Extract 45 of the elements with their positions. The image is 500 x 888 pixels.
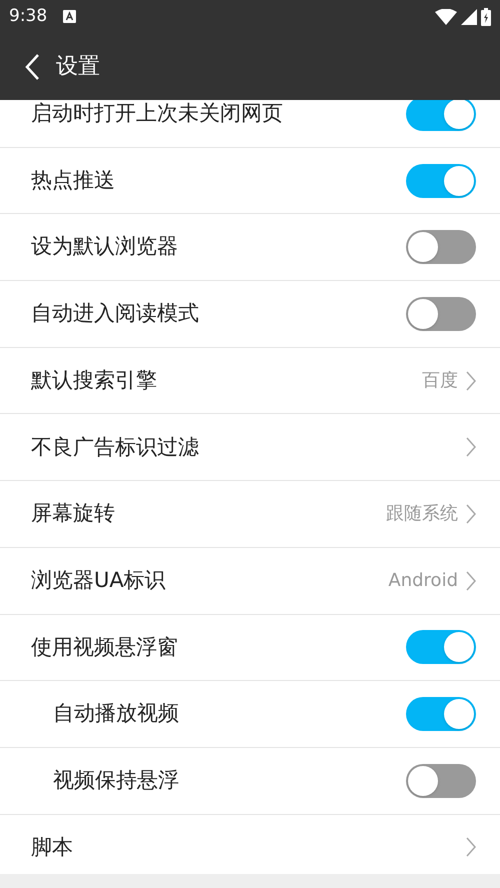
toggle-switch[interactable]	[406, 296, 476, 331]
setting-label: 默认搜索引擎	[31, 366, 157, 394]
toggle-switch[interactable]	[406, 697, 476, 732]
setting-label: 脚本	[31, 834, 73, 861]
settings-row[interactable]: 启动时打开上次未关闭网页	[0, 100, 500, 148]
setting-label: 使用视频悬浮窗	[31, 634, 178, 661]
toggle-switch[interactable]	[406, 630, 476, 664]
chevron-right-icon	[466, 570, 476, 591]
chevron-right-icon	[466, 437, 476, 458]
setting-label: 视频保持悬浮	[53, 766, 179, 794]
status-time: 9:38	[9, 4, 48, 28]
settings-row[interactable]: 自动播放视频	[0, 681, 500, 748]
settings-row[interactable]: 自动进入阅读模式	[0, 281, 500, 348]
settings-row[interactable]: 使用视频悬浮窗	[0, 614, 500, 682]
chevron-right-icon	[466, 504, 476, 524]
setting-label: 自动进入阅读模式	[31, 300, 199, 328]
setting-label: 屏幕旋转	[31, 500, 115, 528]
settings-row[interactable]: 不良广告标识过滤	[0, 414, 500, 482]
setting-value: Android	[388, 569, 458, 594]
signal-icon	[461, 8, 477, 24]
settings-row[interactable]: 脚本	[0, 814, 500, 874]
settings-row[interactable]: 屏幕旋转 跟随系统	[0, 481, 500, 548]
chevron-right-icon	[466, 370, 476, 391]
settings-row[interactable]: 热点推送	[0, 148, 500, 214]
toggle-switch[interactable]	[406, 100, 476, 131]
battery-icon	[481, 8, 491, 26]
settings-row[interactable]: 视频保持悬浮	[0, 748, 500, 815]
wifi-icon	[435, 8, 457, 24]
setting-value: 跟随系统	[386, 502, 458, 526]
setting-label: 热点推送	[31, 166, 115, 194]
setting-label: 自动播放视频	[53, 700, 179, 728]
setting-label: 不良广告标识过滤	[31, 434, 199, 461]
setting-label: 设为默认浏览器	[31, 233, 178, 260]
toggle-switch[interactable]	[406, 230, 476, 264]
settings-row[interactable]: 浏览器UA标识 Android	[0, 548, 500, 614]
setting-label: 启动时打开上次未关闭网页	[31, 100, 283, 128]
setting-label: 浏览器UA标识	[31, 566, 166, 594]
page-title: 设置	[56, 53, 100, 81]
chevron-right-icon	[466, 837, 476, 858]
notification-icon	[63, 10, 76, 23]
toggle-switch[interactable]	[406, 764, 476, 798]
settings-row[interactable]: 默认搜索引擎 百度	[0, 348, 500, 414]
setting-value: 百度	[422, 369, 458, 394]
toggle-switch[interactable]	[406, 164, 476, 198]
settings-row[interactable]: 设为默认浏览器	[0, 214, 500, 282]
